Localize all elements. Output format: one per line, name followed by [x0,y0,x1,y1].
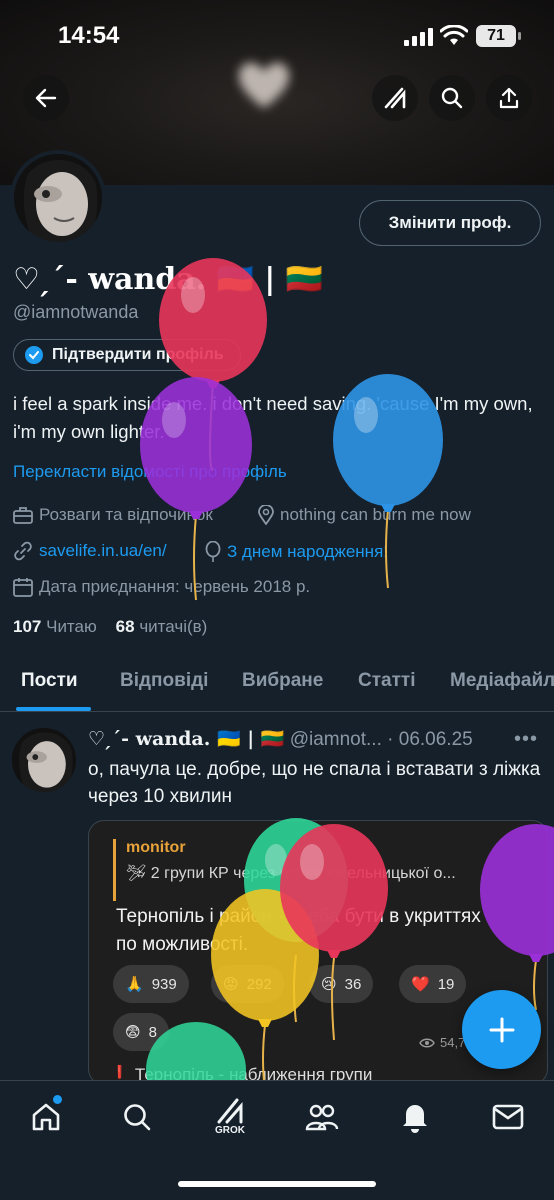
location-text: nothing can burn me now [280,505,471,524]
home-notification-dot [53,1095,62,1104]
following-label: Читаю [46,617,97,636]
grok-button[interactable] [372,75,418,121]
avatar-photo [14,154,102,242]
tab-highlights[interactable]: Вибране [242,670,323,692]
grok-icon [384,87,406,109]
birthday-text: З днем народження! [227,542,388,561]
location-pin-icon [258,505,274,525]
grok-icon [217,1098,243,1124]
join-date-text: Дата приєднання: червень 2018 р. [39,577,311,596]
follow-counts[interactable]: 107 Читаю 68 читачі(в) [13,617,207,637]
quoted-text: 🛩 2 групи КР через північ Хмельницької о… [126,865,456,882]
grok-label: GROK [215,1125,245,1136]
tab-media[interactable]: Медіафайли [450,670,554,692]
followers-count: 68 [115,617,135,636]
display-name: ♡ ̗´- wanda. 🇺🇦 | 🇱🇹 [13,262,324,297]
reaction-count: 8 [148,1023,157,1041]
search-button[interactable] [429,75,475,121]
post-author-name[interactable]: ♡ ̗´- wanda. 🇺🇦 | 🇱🇹 [88,728,284,750]
nav-messages[interactable] [488,1097,528,1137]
status-bar: 14:54 71 [0,0,554,70]
post-more-icon[interactable]: ••• [514,728,538,751]
reaction-count: 292 [246,975,272,993]
nav-grok[interactable]: GROK [210,1097,250,1137]
profile-category: Розваги та відпочинок [13,505,213,525]
mail-icon [492,1104,524,1130]
edit-profile-button[interactable]: Змінити проф. [359,200,541,246]
profile-website-link[interactable]: savelife.in.ua/en/ [13,541,167,561]
tab-replies[interactable]: Відповіді [120,670,208,692]
reaction-heart: ❤️ 19 [399,965,467,1003]
join-date: Дата приєднання: червень 2018 р. [13,577,310,597]
reaction-sad: 😢 36 [309,965,374,1003]
nav-search[interactable] [117,1097,157,1137]
active-tab-indicator [16,707,91,711]
search-icon [124,1104,151,1131]
quoted-source: monitor [126,839,186,856]
reaction-angry: 😡 292 [211,965,284,1003]
message-views: 54,7 [419,1035,465,1050]
search-icon [441,87,463,109]
home-indicator [178,1181,376,1187]
reaction-count: 36 [344,975,362,993]
home-icon [32,1103,60,1131]
bell-icon [403,1105,427,1133]
category-text: Розваги та відпочинок [39,505,213,524]
profile-tabs: Пости Відповіді Вибране Статті Медіафайл… [0,660,554,712]
message-text: Тернопіль і район - треба бути в укриття… [116,906,481,955]
avatar-photo [12,728,76,792]
pray-emoji-icon: 🙏 [125,976,144,993]
birthday-link[interactable]: З днем народження! [205,541,388,563]
profile-bio: i feel a spark inside me. i don't need s… [13,393,533,442]
reaction-fear: 😨 8 [113,1013,169,1051]
verified-badge-icon [25,346,43,364]
share-icon [499,87,519,109]
post-header: ♡ ̗´- wanda. 🇺🇦 | 🇱🇹 @iamnot... · 06.06.… [88,727,473,751]
reaction-count: 939 [151,975,177,993]
quoted-message: monitor 🛩 2 групи КР через північ Хмельн… [113,839,533,901]
nav-communities[interactable] [302,1097,342,1137]
verify-profile-button[interactable]: Підтвердити профіль [13,339,241,371]
translate-bio-link[interactable]: Перекласти відомості про профіль [13,462,287,482]
battery-indicator: 71 [476,25,521,47]
briefcase-icon [13,507,33,524]
share-button[interactable] [486,75,532,121]
status-time: 14:54 [58,22,120,49]
website-text: savelife.in.ua/en/ [39,541,167,560]
signal-icon [404,28,433,46]
fear-emoji-icon: 😨 [125,1024,141,1041]
reaction-count: 19 [437,975,455,993]
reaction-pray: 🙏 939 [113,965,189,1003]
link-icon [14,541,32,561]
heart-emoji-icon: ❤️ [411,976,430,993]
profile-location: nothing can burn me now [258,505,471,525]
views-count: 54,7 [440,1035,466,1050]
compose-post-button[interactable] [462,990,541,1069]
post-author-handle[interactable]: @iamnot... [290,729,382,750]
tab-posts[interactable]: Пости [21,670,78,692]
post-date[interactable]: · 06.06.25 [387,729,473,750]
communities-icon [305,1104,339,1131]
balloon-icon [205,541,221,562]
angry-emoji-icon: 😡 [223,976,239,993]
profile-avatar[interactable] [10,150,106,246]
user-handle: @iamnotwanda [13,302,139,322]
nav-notifications[interactable] [395,1097,435,1137]
plus-icon [489,1017,514,1042]
calendar-icon [13,578,33,597]
following-count: 107 [13,617,42,636]
followers-label: читачі(в) [139,617,208,636]
post-text: о, пачула це. добре, що не спала і встав… [88,759,541,807]
tab-articles[interactable]: Статті [358,670,415,692]
verify-label: Підтвердити профіль [52,346,224,363]
wifi-icon [440,25,468,45]
sad-emoji-icon: 😢 [321,976,337,993]
post-avatar[interactable] [12,728,76,792]
arrow-left-icon [35,88,57,108]
eye-icon [419,1038,435,1047]
back-button[interactable] [23,75,69,121]
